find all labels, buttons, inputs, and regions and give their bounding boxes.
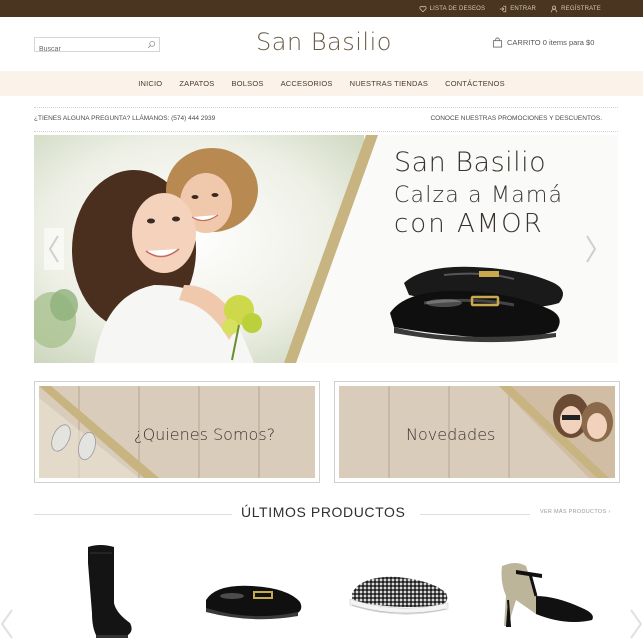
info-bar: ¿TIENES ALGUNA PREGUNTA? LLÁMANOS: (574)…	[34, 107, 618, 132]
product-heel-pump[interactable]	[496, 556, 600, 628]
nav-item-bolsos[interactable]: BOLSOS	[232, 79, 264, 88]
section-title: ÚLTIMOS PRODUCTOS	[241, 504, 406, 520]
wishlist-link[interactable]: LISTA DE DESEOS	[419, 5, 486, 13]
promo-news-label: Novedades	[406, 425, 496, 444]
products-next[interactable]	[629, 606, 643, 643]
promo-about-label: ¿Quienes Somos?	[134, 425, 276, 444]
divider	[420, 514, 530, 515]
chevron-right-icon	[630, 609, 643, 639]
latest-products-header: ÚLTIMOS PRODUCTOS VER MÁS PRODUCTOS ›	[34, 502, 618, 526]
nav-item-tiendas[interactable]: NUESTRAS TIENDAS	[350, 79, 429, 88]
promo-about-image: ¿Quienes Somos?	[39, 386, 315, 478]
search-icon[interactable]	[147, 40, 156, 49]
cart-link[interactable]: CARRITO 0 items para $0	[492, 37, 594, 48]
hero-slider[interactable]: San Basilio Calza a Mamá con AMOR	[34, 135, 618, 363]
heart-icon	[419, 5, 427, 12]
phone-info: ¿TIENES ALGUNA PREGUNTA? LLÁMANOS: (574)…	[34, 115, 216, 122]
loafer-shoe-image	[390, 266, 563, 343]
see-more-label: VER MÁS PRODUCTOS	[540, 509, 607, 515]
product-loafer[interactable]	[202, 578, 306, 622]
slide-brand: San Basilio	[394, 147, 547, 178]
product-espadrille[interactable]	[348, 571, 452, 619]
search-box	[34, 37, 160, 55]
header: San Basilio CARRITO 0 items para $0	[0, 17, 643, 71]
slider-prev[interactable]	[44, 228, 64, 270]
account-links: LISTA DE DESEOS ENTRAR REGÍSTRATE	[419, 0, 601, 17]
chevron-left-icon	[48, 235, 59, 263]
slider-next[interactable]	[581, 228, 601, 270]
product-boot[interactable]	[80, 543, 136, 639]
divider	[34, 514, 232, 515]
top-bar: LISTA DE DESEOS ENTRAR REGÍSTRATE	[0, 0, 643, 17]
register-label: REGÍSTRATE	[561, 5, 601, 12]
promo-news[interactable]: Novedades	[334, 381, 620, 483]
nav-item-contacto[interactable]: CONTÁCTENOS	[445, 79, 505, 88]
login-label: ENTRAR	[510, 5, 537, 12]
search-input[interactable]	[35, 44, 139, 55]
cart-label: CARRITO 0 items para $0	[507, 38, 595, 47]
site-logo[interactable]: San Basilio	[218, 28, 430, 56]
chevron-right-icon	[586, 235, 597, 263]
register-link[interactable]: REGÍSTRATE	[550, 5, 601, 13]
user-icon	[550, 5, 558, 12]
promo-news-image: Novedades	[339, 386, 615, 478]
bag-icon	[492, 37, 503, 48]
nav-item-zapatos[interactable]: ZAPATOS	[179, 79, 214, 88]
promo-about[interactable]: ¿Quienes Somos?	[34, 381, 320, 483]
main-nav: INICIO ZAPATOS BOLSOS ACCESORIOS NUESTRA…	[0, 71, 643, 96]
nav-item-accesorios[interactable]: ACCESORIOS	[281, 79, 333, 88]
wishlist-label: LISTA DE DESEOS	[429, 5, 486, 12]
login-icon	[500, 5, 507, 12]
login-link[interactable]: ENTRAR	[499, 5, 536, 13]
slide-headline: Calza a Mamá	[394, 183, 564, 208]
slide-subheadline: con AMOR	[394, 209, 544, 239]
chevron-left-icon	[0, 609, 13, 639]
promo-info[interactable]: CONOCE NUESTRAS PROMOCIONES Y DESCUENTOS…	[430, 115, 602, 122]
nav-item-inicio[interactable]: INICIO	[138, 79, 162, 88]
see-more-link[interactable]: VER MÁS PRODUCTOS ›	[540, 509, 610, 515]
products-prev[interactable]	[0, 606, 14, 643]
